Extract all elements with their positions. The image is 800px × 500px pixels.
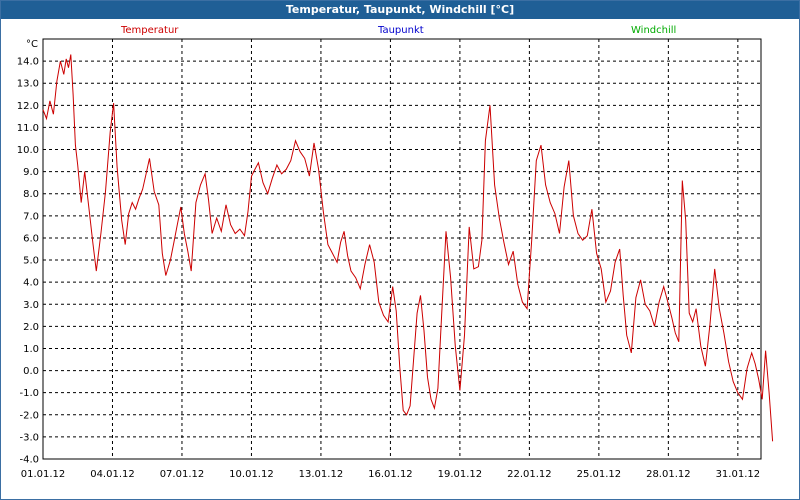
y-tick-label: 7.0 (23, 211, 39, 222)
y-axis-unit: °C (26, 39, 38, 50)
y-tick-label: 1.0 (23, 344, 39, 355)
chart-svg: -4.0 -3.0 -2.0 -1.0 0.0 1.0 2.0 3.0 4.0 5.0 6.0 7.0… (17, 38, 774, 480)
chart-title: Temperatur, Taupunkt, Windchill [°C] (1, 1, 799, 19)
y-tick-label: -3.0 (19, 432, 39, 443)
y-tick-label: 8.0 (23, 189, 39, 200)
y-tick-label: 4.0 (23, 278, 39, 289)
y-tick-label: 10.0 (17, 145, 39, 156)
x-tick-label: 22.01.12 (507, 469, 552, 480)
chart-window: Temperatur, Taupunkt, Windchill [°C] -4.… (0, 0, 800, 500)
y-tick-label: -1.0 (19, 388, 39, 399)
chart-area: -4.0 -3.0 -2.0 -1.0 0.0 1.0 2.0 3.0 4.0 5.0 6.0 7.0… (1, 19, 799, 499)
legend-windchill: Windchill (631, 25, 677, 36)
legend-temperatur: Temperatur (121, 25, 179, 36)
x-tick-label: 19.01.12 (438, 469, 483, 480)
y-tick-label: 6.0 (23, 233, 39, 244)
x-tick-label: 13.01.12 (299, 469, 344, 480)
x-tick-label: 01.01.12 (21, 469, 66, 480)
y-tick-label: 5.0 (23, 256, 39, 267)
y-tick-label: 13.0 (17, 79, 39, 90)
x-tick-label: 16.01.12 (368, 469, 413, 480)
y-tick-label: 12.0 (17, 101, 39, 112)
x-tick-label: 04.01.12 (90, 469, 135, 480)
legend-taupunkt: Taupunkt (378, 25, 424, 36)
y-tick-label: 14.0 (17, 57, 39, 68)
y-tick-label: 2.0 (23, 322, 39, 333)
y-tick-label: -2.0 (19, 410, 39, 421)
x-tick-label: 10.01.12 (229, 469, 274, 480)
y-tick-label: 3.0 (23, 300, 39, 311)
y-tick-label: -4.0 (19, 455, 39, 466)
y-tick-label: 9.0 (23, 167, 39, 178)
x-tick-label: 25.01.12 (577, 469, 622, 480)
y-tick-label: 0.0 (23, 366, 39, 377)
series-line-temperatur (42, 54, 774, 442)
y-tick-label: 11.0 (17, 123, 39, 134)
x-tick-label: 31.01.12 (716, 469, 761, 480)
x-tick-label: 07.01.12 (160, 469, 205, 480)
x-tick-label: 28.01.12 (646, 469, 691, 480)
